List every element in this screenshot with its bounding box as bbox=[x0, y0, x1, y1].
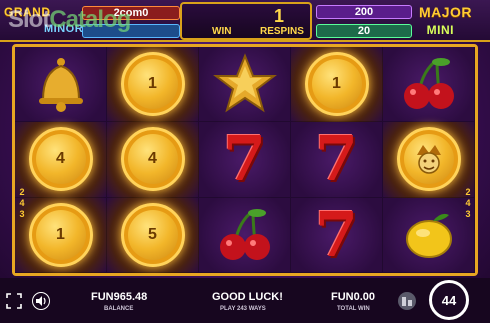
coin-value: 4 bbox=[148, 150, 157, 168]
seven-symbol: 7 bbox=[222, 122, 267, 196]
bell-icon bbox=[38, 58, 83, 113]
bet-button[interactable] bbox=[398, 292, 416, 310]
coin-value: 1 bbox=[148, 75, 157, 93]
reel-cell bbox=[199, 47, 291, 123]
reel-cell: 1 bbox=[107, 47, 199, 123]
bottom-bar: FUN965.48 BALANCE GOOD LUCK! PLAY 243 WA… bbox=[0, 278, 490, 323]
reel-cell bbox=[15, 47, 107, 123]
jester-coin-icon bbox=[396, 127, 461, 192]
reel-cell: 7 bbox=[291, 122, 383, 198]
fullscreen-button[interactable] bbox=[5, 292, 23, 310]
reel-grid: 1 1 4 4 7 7 1 5 7 bbox=[15, 47, 475, 273]
watermark: SlotCatalog bbox=[8, 6, 131, 34]
balance-value: FUN965.48 bbox=[91, 291, 148, 303]
reel-cell bbox=[383, 122, 475, 198]
major-jackpot-value: 200 bbox=[316, 5, 412, 19]
ways-digit: 2 bbox=[19, 187, 25, 197]
respins-label: RESPINS bbox=[260, 26, 304, 37]
speaker-icon bbox=[36, 296, 46, 306]
coin-symbol: 1 bbox=[28, 202, 93, 267]
respin-count: 1 bbox=[274, 6, 285, 26]
respin-panel: WIN 1 RESPINS bbox=[180, 2, 312, 40]
watermark-slot: Slot bbox=[8, 6, 50, 33]
coin-value: 1 bbox=[56, 225, 65, 243]
seven-symbol: 7 bbox=[314, 122, 359, 196]
balance-label: BALANCE bbox=[104, 306, 134, 312]
ways-digit: 3 bbox=[19, 209, 25, 219]
status-message: GOOD LUCK! bbox=[212, 291, 283, 303]
coin-symbol: 4 bbox=[28, 127, 93, 192]
reel-cell bbox=[383, 47, 475, 123]
game-screen: GRAND 2com0 MINOR WIN 1 RESPINS 200 MAJO… bbox=[0, 0, 490, 323]
coin-symbol: 5 bbox=[120, 202, 185, 267]
reel-cell bbox=[199, 197, 291, 273]
ways-digit: 3 bbox=[465, 209, 471, 219]
reel-cell: 7 bbox=[291, 197, 383, 273]
lemon-icon bbox=[405, 213, 452, 258]
coin-stack-icon bbox=[402, 297, 412, 306]
coin-symbol: 1 bbox=[120, 52, 185, 117]
reel-cell: 7 bbox=[199, 122, 291, 198]
cherry-icon bbox=[219, 208, 270, 260]
jackpot-bar: GRAND 2com0 MINOR WIN 1 RESPINS 200 MAJO… bbox=[0, 0, 490, 42]
watermark-catalog: Catalog bbox=[49, 6, 131, 33]
sound-button[interactable] bbox=[32, 292, 50, 310]
mini-jackpot-label: MINI bbox=[426, 23, 454, 37]
coin-value: 4 bbox=[56, 150, 65, 168]
seven-symbol: 7 bbox=[314, 197, 359, 271]
mini-jackpot-value: 20 bbox=[316, 24, 412, 38]
ways-digit: 2 bbox=[465, 187, 471, 197]
coin-symbol: 4 bbox=[120, 127, 185, 192]
ways-digit: 4 bbox=[465, 198, 471, 208]
reel-cell: 4 bbox=[15, 122, 107, 198]
coin-value: 5 bbox=[148, 225, 157, 243]
reel-cell: 5 bbox=[107, 197, 199, 273]
coin-value: 1 bbox=[332, 75, 341, 93]
star-icon bbox=[212, 53, 277, 113]
total-win-value: FUN0.00 bbox=[331, 291, 376, 303]
fullscreen-icon bbox=[6, 293, 22, 309]
spin-button[interactable]: 44 bbox=[429, 280, 469, 320]
ways-label: PLAY 243 WAYS bbox=[220, 306, 266, 312]
spin-count: 44 bbox=[441, 292, 457, 308]
reel-cell bbox=[383, 197, 475, 273]
reel-cell: 1 bbox=[291, 47, 383, 123]
win-label: WIN bbox=[212, 26, 232, 37]
reel-cell: 4 bbox=[107, 122, 199, 198]
major-jackpot-label: MAJOR bbox=[418, 4, 472, 20]
cherry-icon bbox=[403, 58, 454, 110]
ways-indicator-right: 2 4 3 bbox=[463, 187, 473, 220]
reels-frame: 1 1 4 4 7 7 1 5 7 2 4 3 2 4 3 bbox=[12, 44, 478, 276]
coin-symbol: 1 bbox=[304, 52, 369, 117]
total-win-label: TOTAL WIN bbox=[337, 306, 370, 312]
ways-indicator-left: 2 4 3 bbox=[17, 187, 27, 220]
reel-cell: 1 bbox=[15, 197, 107, 273]
ways-digit: 4 bbox=[19, 198, 25, 208]
